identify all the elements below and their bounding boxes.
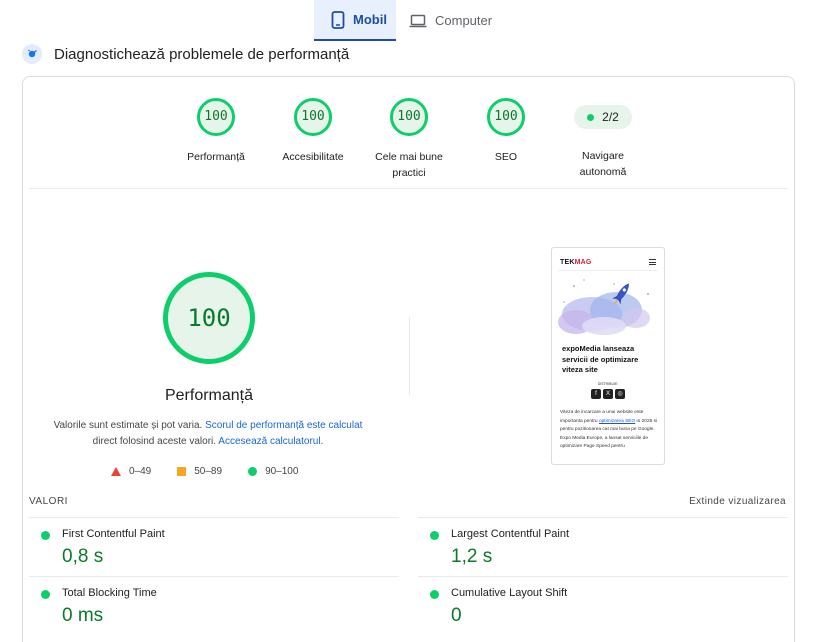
summary-divider [29, 188, 788, 189]
tab-mobile-label: Mobil [353, 12, 387, 27]
score-gauge: 100 [196, 97, 236, 137]
expand-view-button[interactable]: Extinde vizualizarea [689, 496, 786, 507]
metric-name: Total Blocking Time [62, 587, 157, 599]
metric-fcp: First Contentful Paint 0,8 s [29, 517, 399, 576]
navigation-pill: 2/2 [574, 105, 632, 129]
legend-label: 90–100 [265, 466, 299, 477]
instagram-icon: ◎ [615, 389, 625, 399]
metric-name: Largest Contentful Paint [451, 528, 570, 540]
circle-icon [248, 467, 258, 476]
metric-name: First Contentful Paint [62, 528, 165, 540]
screenshot-header: TEKMAG [560, 256, 656, 268]
score-value: 100 [494, 109, 518, 124]
metric-tbt: Total Blocking Time 0 ms [29, 576, 399, 635]
category-seo[interactable]: 100 SEO [456, 97, 556, 165]
header-divider [558, 270, 658, 271]
tab-computer[interactable]: Computer [396, 0, 506, 41]
metric-value: 0 [451, 605, 462, 626]
metric-name: Cumulative Layout Shift [451, 587, 568, 599]
performance-title: Performanță [164, 387, 254, 404]
category-label: Navigare autonomă [579, 150, 627, 178]
share-label: DISTRIBUIE: [597, 382, 619, 386]
category-label: Accesibilitate [282, 151, 344, 163]
category-label: Performanță [187, 151, 245, 163]
score-legend: 0–49 50–89 90–100 [111, 466, 324, 477]
metric-cls: Cumulative Layout Shift 0 [418, 576, 788, 635]
description-text: Valorile sunt estimate și pot varia. [53, 420, 206, 431]
calculator-link[interactable]: Accesează calculatorul. [218, 436, 323, 447]
vertical-divider [409, 317, 410, 395]
description-text: direct folosind aceste valori. [92, 436, 219, 447]
score-gauge: 100 [389, 97, 429, 137]
category-best-practices[interactable]: 100 Cele mai bune practici [359, 97, 459, 181]
tab-mobile[interactable]: Mobil [314, 0, 396, 41]
site-logo: TEKMAG [560, 258, 592, 266]
score-value: 100 [397, 109, 421, 124]
score-calculation-link[interactable]: Scorul de performanță este calculat [205, 420, 362, 431]
metric-value: 0 ms [62, 605, 104, 626]
smartphone-icon [331, 10, 345, 29]
metric-lcp: Largest Contentful Paint 1,2 s [418, 517, 788, 576]
legend-fail: 0–49 [111, 466, 151, 477]
score-gauge: 100 [486, 97, 526, 137]
score-value: 100 [204, 109, 228, 124]
category-navigation[interactable]: 2/2 Navigare autonomă [553, 97, 653, 180]
page-screenshot[interactable]: TEKMAG expoMedia lanseaza servicii de op [551, 247, 665, 465]
legend-pass: 90–100 [248, 466, 298, 477]
performance-diagnostic-icon [22, 44, 42, 64]
category-label: SEO [494, 151, 518, 163]
article-body: Viteza de incarcare a unui website este … [560, 410, 658, 450]
legend-label: 0–49 [129, 466, 152, 477]
navigation-value: 2/2 [602, 110, 619, 124]
category-performance[interactable]: 100 Performanță [166, 97, 266, 165]
performance-gauge: 100 [161, 270, 257, 366]
device-tabs: Mobil Computer [314, 0, 506, 41]
category-label: Cele mai bune practici [375, 151, 443, 179]
pass-dot-icon [587, 113, 595, 121]
diagnostics-heading: Diagnostichează problemele de performanț… [22, 42, 349, 66]
performance-description: Valorile sunt estimate și pot varia. Sco… [43, 418, 373, 450]
score-gauge: 100 [293, 97, 333, 137]
category-summary: 100 Performanță 100 Accesibilitate 100 C… [23, 77, 794, 189]
pass-dot-icon [430, 590, 439, 599]
menu-icon [649, 259, 656, 265]
rocket-hero-image [558, 279, 650, 335]
diagnostics-title: Diagnostichează problemele de performanț… [54, 45, 350, 63]
performance-score: 100 [187, 304, 231, 332]
x-icon: X [603, 389, 613, 399]
category-accessibility[interactable]: 100 Accesibilitate [263, 97, 363, 165]
metric-value: 1,2 s [451, 546, 493, 567]
facebook-icon: f [591, 389, 601, 399]
legend-average: 50–89 [177, 466, 222, 477]
report-card: 100 Performanță 100 Accesibilitate 100 C… [22, 76, 795, 642]
laptop-icon [409, 14, 427, 27]
square-icon [177, 467, 187, 476]
score-value: 100 [301, 109, 325, 124]
pass-dot-icon [430, 531, 439, 540]
triangle-icon [111, 467, 121, 476]
pass-dot-icon [41, 590, 50, 599]
metrics-header: VALORI Extinde vizualizarea [29, 496, 786, 516]
article-headline: expoMedia lanseaza servicii de optimizar… [562, 344, 639, 374]
metrics-title: VALORI [29, 496, 68, 507]
metric-value: 0,8 s [62, 546, 104, 567]
tab-computer-label: Computer [435, 13, 493, 28]
pass-dot-icon [41, 531, 50, 540]
legend-label: 50–89 [194, 466, 223, 477]
